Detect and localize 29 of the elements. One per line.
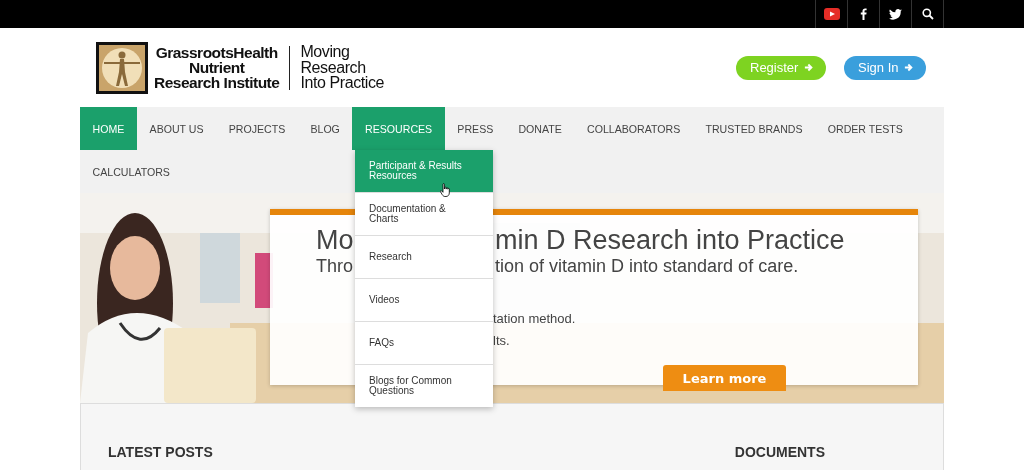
banner-title: min D Research into Practice	[495, 225, 845, 256]
nav-item[interactable]: TRUSTED BRANDS	[692, 107, 816, 150]
nav-item[interactable]: CALCULATORS	[80, 150, 183, 193]
hand-cursor-icon	[440, 183, 451, 197]
arrow-right-icon	[804, 62, 814, 73]
section-heading: LATEST POSTS	[108, 444, 213, 460]
nav-item[interactable]: BLOG	[297, 107, 353, 150]
logo-name: Nutrient	[188, 60, 246, 75]
nav-item[interactable]: PROJECTS	[216, 107, 298, 150]
logo-tagline: Into Practice	[300, 75, 385, 91]
arrow-right-icon	[904, 62, 914, 73]
banner-title: Mo	[316, 225, 355, 256]
search-icon[interactable]	[911, 0, 944, 28]
banner-subtitle: Thro	[316, 256, 354, 277]
vitruvian-figure-icon	[96, 41, 148, 94]
nav-item[interactable]: DONATE	[505, 107, 575, 150]
logo-tagline: Research	[300, 59, 367, 76]
nav-item[interactable]: ORDER TESTS	[815, 107, 916, 150]
logo-name: GrassrootsHealth	[154, 45, 279, 60]
banner-subtitle: tion of vitamin D into standard of care.	[495, 256, 799, 277]
banner-text: lts.	[493, 333, 511, 350]
banner-text: tation method.	[493, 311, 577, 328]
nav-item[interactable]: COLLABORATORS	[574, 107, 693, 150]
logo-tagline: Moving	[300, 44, 350, 60]
section-heading: DOCUMENTS	[734, 444, 825, 460]
nav-item[interactable]: ABOUT US	[136, 107, 217, 150]
dropdown-item[interactable]: Blogs for Common Questions	[355, 365, 493, 407]
logo-name: Research Institute	[154, 75, 280, 90]
nav-item[interactable]: PRESS	[444, 107, 506, 150]
